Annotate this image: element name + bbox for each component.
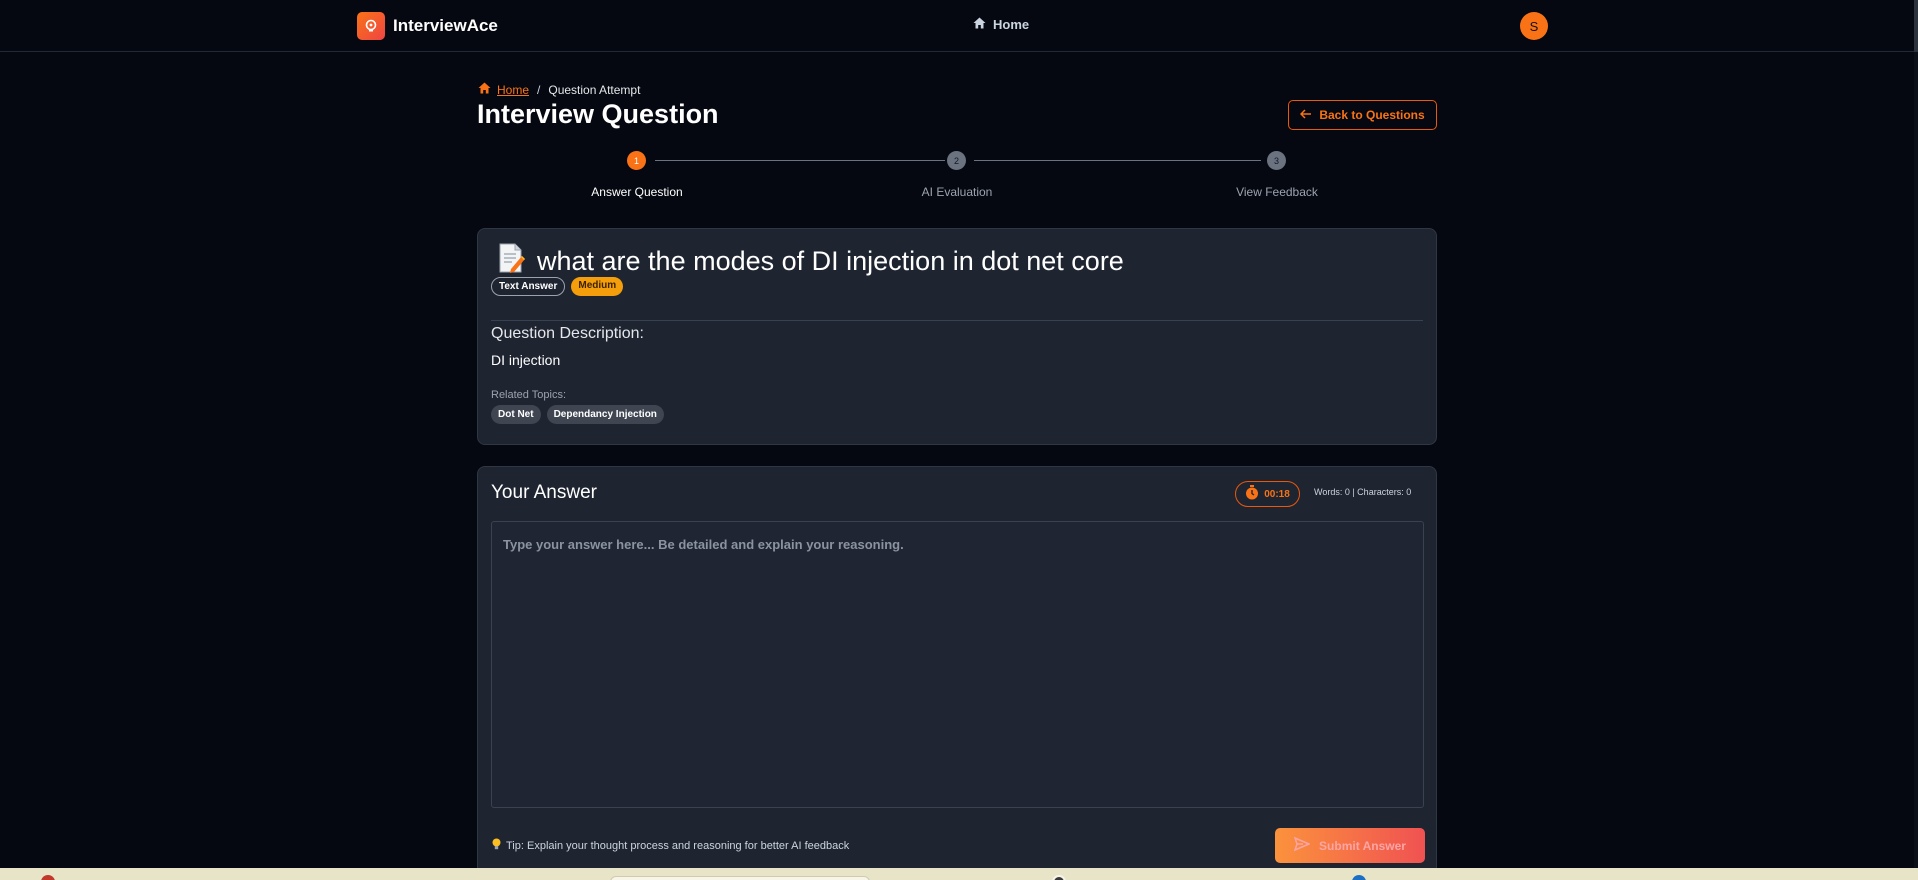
divider [491,320,1423,321]
step-3-label: View Feedback [1236,185,1318,199]
topic-chip: Dependancy Injection [546,405,664,424]
arrow-left-icon [1300,108,1312,122]
user-avatar[interactable]: S [1520,12,1548,40]
home-icon [478,82,491,97]
nav-home-label: Home [993,17,1030,32]
answer-timer: 00:18 [1235,481,1300,507]
question-card: what are the modes of DI injection in do… [477,228,1437,445]
send-icon [1293,836,1311,854]
step-2-indicator: 2 [947,151,966,170]
back-button-label: Back to Questions [1319,108,1425,122]
timer-value: 00:18 [1264,488,1290,500]
back-to-questions-button[interactable]: Back to Questions [1288,100,1437,130]
step-3-indicator: 3 [1267,151,1286,170]
brand-name: InterviewAce [393,16,498,35]
description-text: DI injection [491,352,561,368]
answer-textarea[interactable] [491,521,1424,808]
description-label: Question Description: [491,325,644,342]
submit-answer-button[interactable]: Submit Answer [1275,828,1425,863]
difficulty-badge: Medium [571,277,624,296]
question-title: what are the modes of DI injection in do… [537,246,1124,276]
word-character-count: Words: 0 | Characters: 0 [1314,487,1412,497]
breadcrumb-current: Question Attempt [548,82,641,97]
step-1-indicator: 1 [627,151,646,170]
os-taskbar [0,868,1918,880]
step-connector [655,160,945,161]
lightbulb-icon [492,838,501,853]
question-heading: what are the modes of DI injection in do… [497,243,1124,280]
submit-button-label: Submit Answer [1319,838,1406,853]
taskbar-search-field[interactable] [610,876,870,880]
related-topics: Dot Net Dependancy Injection [491,405,664,424]
answer-tip: Tip: Explain your thought process and re… [492,838,849,853]
answer-type-badge: Text Answer [491,277,566,296]
breadcrumb-separator: / [537,82,541,97]
answer-title: Your Answer [491,482,597,503]
topic-chip: Dot Net [491,405,541,424]
top-navbar: InterviewAce Home S [0,0,1914,52]
tip-text: Tip: Explain your thought process and re… [506,839,850,852]
related-topics-label: Related Topics: [491,389,567,401]
step-connector [974,160,1261,161]
stopwatch-icon [1245,485,1259,503]
brand-logo-icon [357,12,385,40]
step-1-label: Answer Question [591,185,683,199]
home-icon [973,17,986,32]
page-scrollbar-thumb[interactable] [1914,0,1918,52]
page-scrollbar[interactable] [1914,0,1918,868]
breadcrumb: Home / Question Attempt [478,82,640,97]
step-2-label: AI Evaluation [921,185,993,199]
page-title: Interview Question [477,99,719,129]
brand[interactable]: InterviewAce [357,12,498,40]
question-badges: Text Answer Medium [491,277,624,296]
answer-card: Your Answer 00:18 Words: 0 | Characters:… [477,466,1437,880]
memo-icon [497,243,525,280]
breadcrumb-home-link[interactable]: Home [497,83,529,97]
nav-home-link[interactable]: Home [973,17,1029,32]
